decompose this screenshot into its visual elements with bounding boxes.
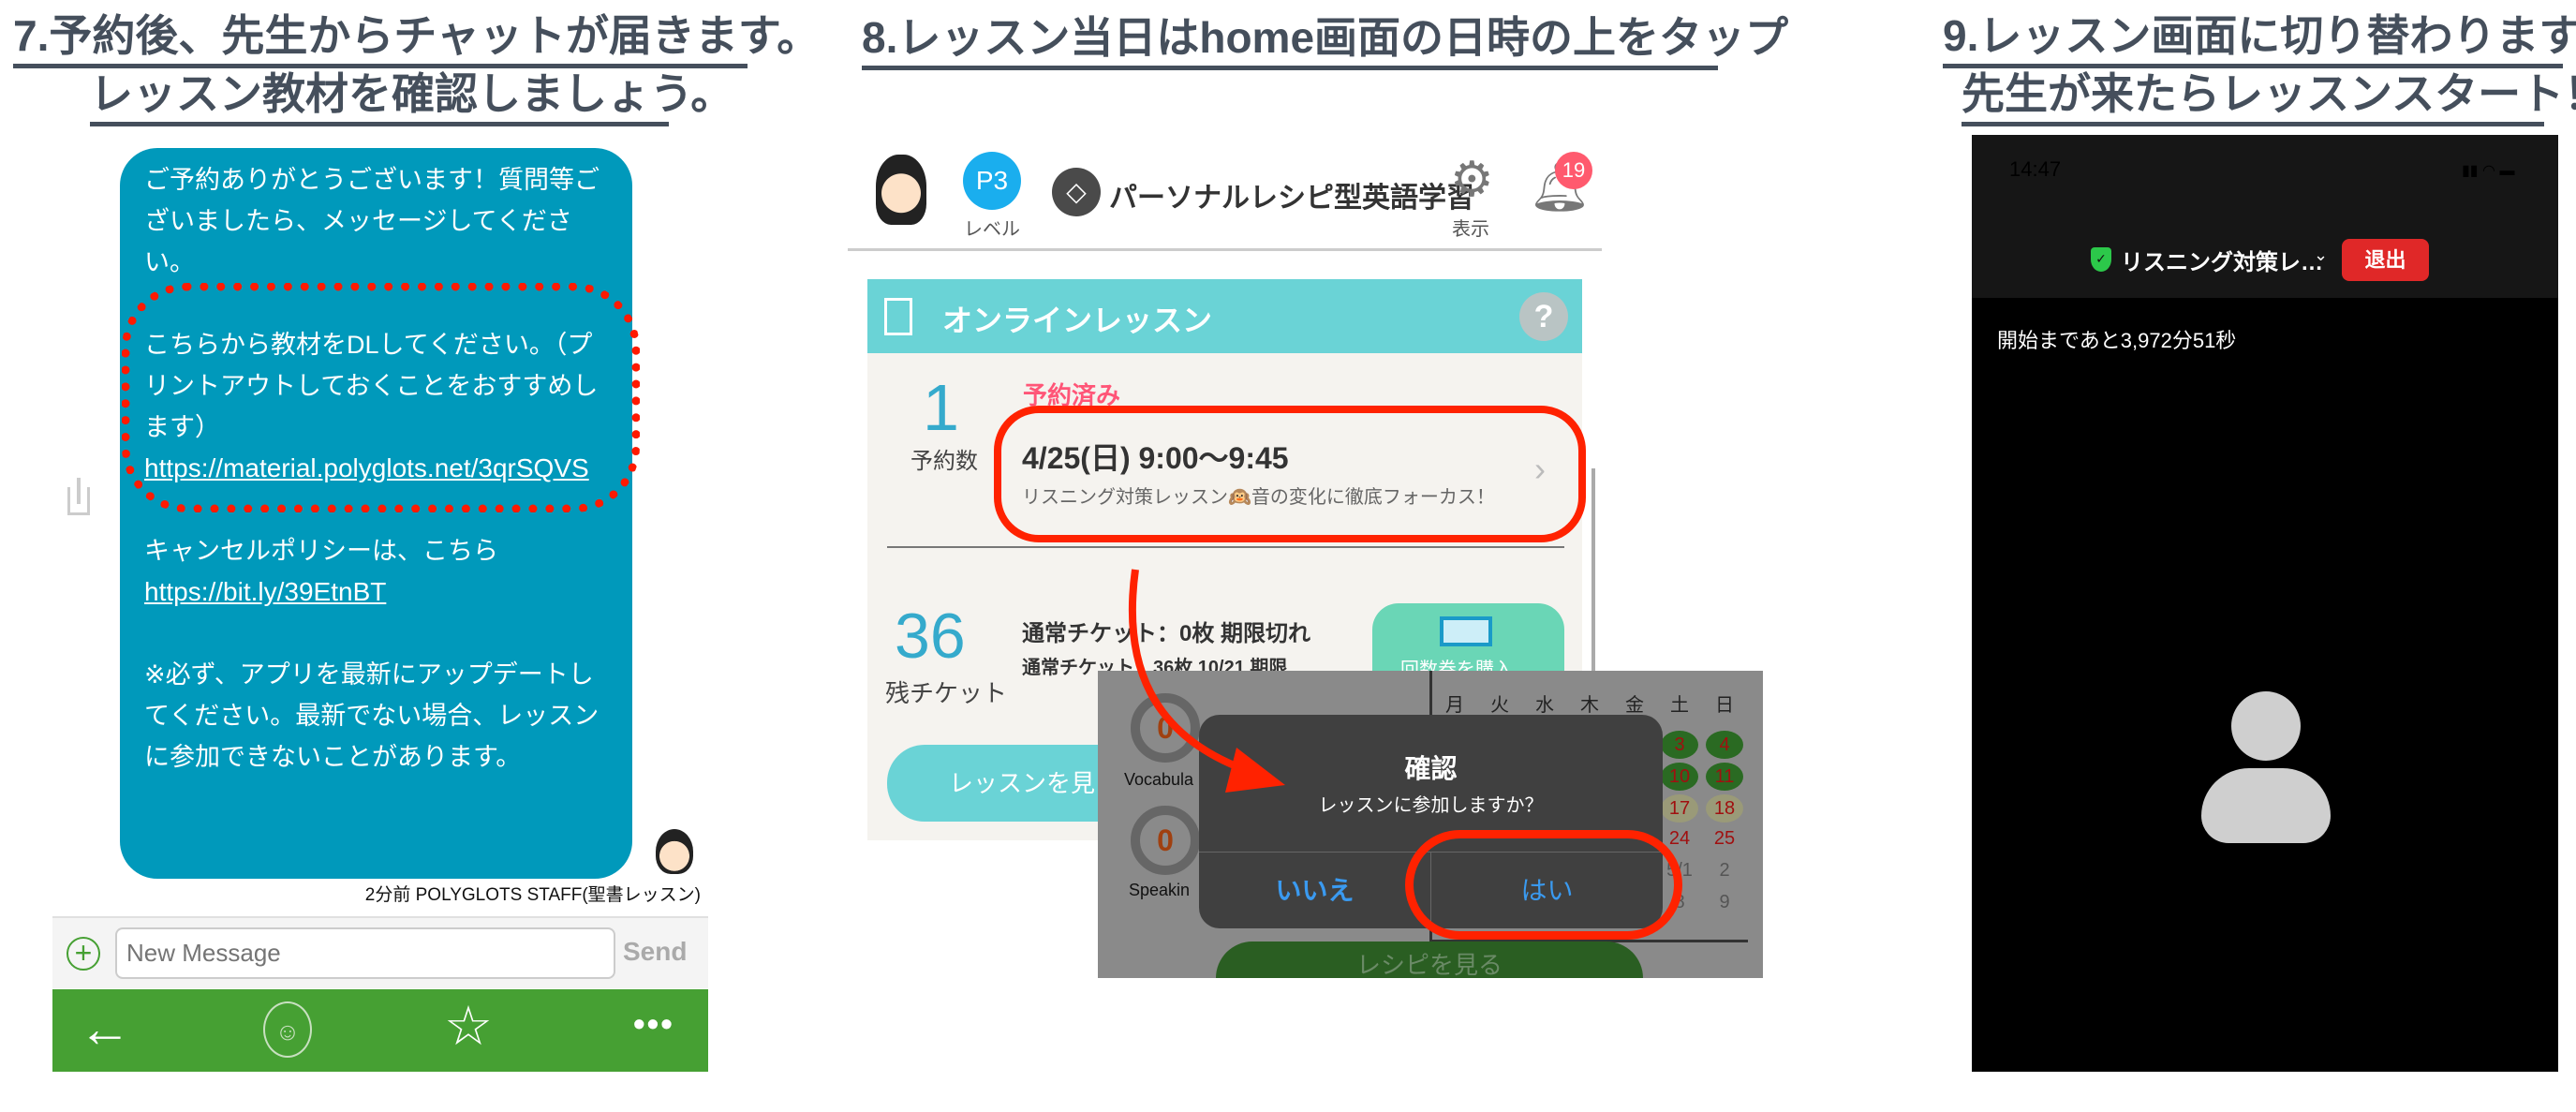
weekday-mon: 月: [1445, 695, 1464, 716]
reservation-label: 予約数: [910, 449, 978, 474]
user-avatar: [876, 155, 926, 225]
message-input[interactable]: [115, 927, 615, 979]
more-icon[interactable]: •••: [633, 1004, 674, 1044]
app-title: パーソナルレシピ型英語学習: [1109, 183, 1474, 214]
robot-icon[interactable]: ☺: [263, 1001, 312, 1058]
chevron-down-icon[interactable]: ⌄: [2314, 245, 2328, 265]
cal-date[interactable]: 4: [1706, 731, 1743, 759]
shield-check-icon: ✓: [2091, 247, 2111, 272]
lesson-title: リスニング対策レッスン🙉音の変化に徹底フォーカス！: [1022, 487, 1495, 508]
weekday-tue: 火: [1490, 695, 1509, 716]
cal-date[interactable]: 11: [1706, 763, 1743, 791]
cal-date[interactable]: 17: [1661, 794, 1698, 823]
chevron-right-icon: ›: [1534, 450, 1546, 488]
gear-icon[interactable]: ⚙: [1450, 154, 1494, 206]
share-icon-arrow: [77, 478, 81, 504]
weekday-sat: 土: [1670, 695, 1689, 716]
display-label: 表示: [1452, 219, 1489, 240]
person-icon-body: [2201, 768, 2331, 843]
countdown-text: 開始まであと3,972分51秒: [1997, 329, 2237, 352]
cancel-link[interactable]: https://bit.ly/39EtnBT: [144, 571, 610, 613]
yes-highlight-outline: [1405, 830, 1682, 940]
heading-step9-line2: 先生が来たらレッスンスタート！: [1962, 69, 2576, 126]
status-icons: ▮▮ ◠ ▬: [2462, 163, 2515, 179]
scrollbar[interactable]: [1591, 468, 1595, 675]
weekday-fri: 金: [1625, 695, 1644, 716]
reservation-count: 1: [923, 371, 959, 444]
diamond-icon: ◇: [1052, 168, 1101, 216]
section-title: オンラインレッスン: [942, 304, 1213, 337]
dialog-no-button[interactable]: いいえ: [1199, 853, 1430, 928]
heading-step8: 8.レッスン当日はhome画面の日時の上をタップ: [862, 13, 1788, 70]
highlight-dotted-outline: [122, 283, 640, 512]
message-greeting: ご予約ありがとうございます！質問等ございましたら、メッセージしてください。: [144, 166, 600, 276]
red-arrow-line: [1128, 569, 1248, 774]
status-time: 14:47: [2009, 157, 2062, 181]
heading-step7-line1: 7.予約後、先生からチャットが届きます。: [13, 11, 820, 68]
message-note: ※必ず、アプリを最新にアップデートしてください。最新でない場合、レッスンに参加で…: [144, 660, 600, 771]
ticket-count: 36: [895, 600, 966, 672]
person-icon-head: [2231, 691, 2301, 761]
level-label: レベル: [964, 219, 1020, 240]
arrow-left-icon[interactable]: ←: [79, 1001, 131, 1057]
red-arrow-head: [1225, 748, 1285, 793]
add-attachment-icon[interactable]: +: [67, 937, 100, 971]
weekday-sun: 日: [1715, 695, 1734, 716]
ticket-label: 残チケット: [885, 679, 1008, 707]
weekday-wed: 水: [1535, 695, 1554, 716]
cal-date[interactable]: 25: [1706, 828, 1743, 850]
cal-date[interactable]: 3: [1661, 731, 1698, 759]
message-cancel-policy: キャンセルポリシーは、こちら: [144, 537, 498, 565]
heading-step9-line1: 9.レッスン画面に切り替わります。: [1943, 11, 2576, 68]
lesson-datetime: 4/25(日) 9:00〜9:45: [1022, 441, 1289, 475]
card-divider: [887, 546, 1564, 548]
message-meta: 2分前 POLYGLOTS STAFF(聖書レッスン): [364, 885, 701, 905]
staff-avatar: [656, 829, 693, 874]
lesson-title-dropdown[interactable]: リスニング対策レ…: [2121, 244, 2323, 276]
skill-speaking-label: Speakin: [1129, 881, 1191, 899]
bottom-nav: [52, 989, 708, 1072]
bag-icon: [884, 298, 912, 335]
ticket-icon: [1440, 616, 1492, 646]
heading-step7-line2: レッスン教材を確認しましょう。: [90, 69, 733, 126]
weekday-thu: 木: [1580, 695, 1599, 716]
cal-date[interactable]: 18: [1706, 794, 1743, 823]
skill-speaking-ring: 0: [1131, 806, 1200, 875]
level-badge[interactable]: P3: [963, 152, 1021, 210]
header-divider: [848, 248, 1602, 251]
help-button[interactable]: ?: [1519, 292, 1568, 341]
cal-date[interactable]: 9: [1706, 892, 1743, 913]
send-button[interactable]: Send: [623, 937, 687, 967]
red-arrow: [1128, 569, 1285, 793]
star-icon[interactable]: ☆: [444, 999, 493, 1055]
cal-date[interactable]: 2: [1706, 860, 1743, 882]
view-recipe-button[interactable]: レシピを見る: [1216, 941, 1643, 978]
notification-badge: 19: [1555, 152, 1592, 189]
cal-date[interactable]: 10: [1661, 763, 1698, 791]
chat-bubble: ご予約ありがとうございます！質問等ございましたら、メッセージしてください。 こち…: [120, 148, 632, 879]
exit-button[interactable]: 退出: [2342, 239, 2429, 281]
